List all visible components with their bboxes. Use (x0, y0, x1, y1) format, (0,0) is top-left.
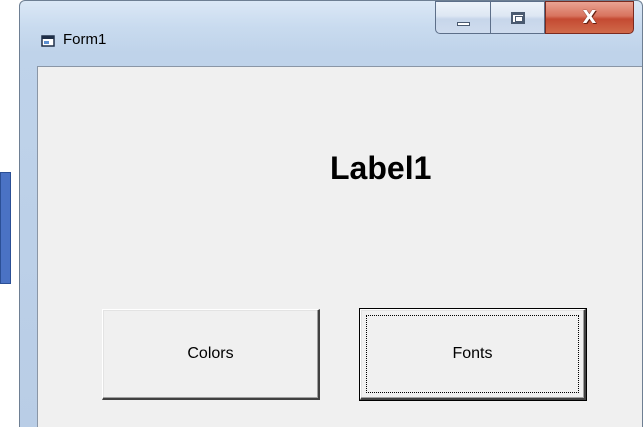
background-window-edge (0, 172, 11, 284)
colors-button-label: Colors (187, 345, 234, 362)
form-client-area: Label1 Colors Fonts (37, 66, 642, 427)
maximize-button[interactable] (490, 1, 545, 34)
close-button[interactable]: X (545, 1, 634, 34)
close-icon: X (582, 6, 597, 28)
minimize-icon (456, 21, 470, 26)
form-icon (41, 34, 55, 47)
colors-button[interactable]: Colors (102, 309, 320, 400)
fonts-button[interactable]: Fonts (359, 308, 587, 401)
window-title: Form1 (63, 31, 107, 48)
screen: Form1 X Label1 Colors Fonts (0, 0, 643, 427)
fonts-button-label: Fonts (452, 345, 493, 362)
label1: Label1 (330, 150, 432, 186)
maximize-icon (510, 11, 525, 24)
title-bar[interactable]: Form1 X (20, 1, 642, 48)
caption-buttons: X (435, 1, 634, 34)
form1-window: Form1 X Label1 Colors Fonts (19, 0, 643, 427)
minimize-button[interactable] (435, 1, 490, 34)
